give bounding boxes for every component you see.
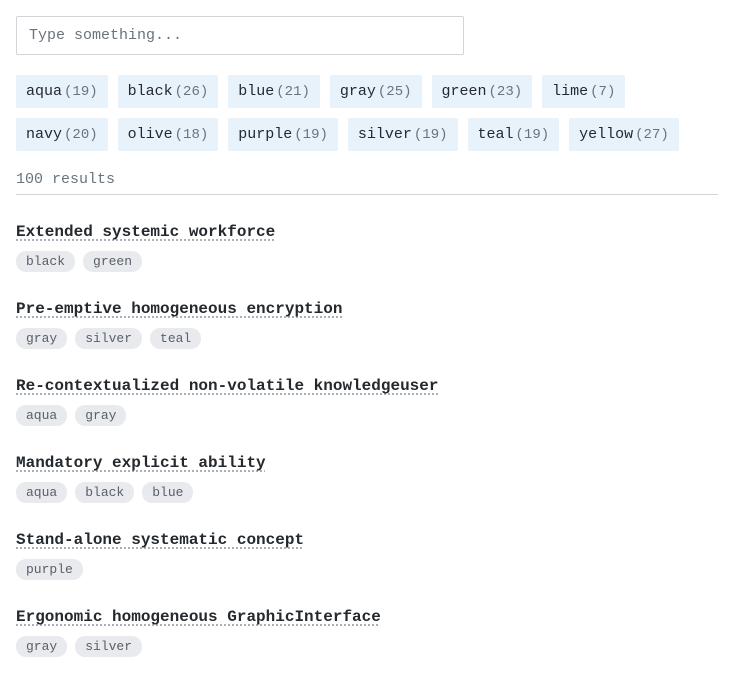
result-title[interactable]: Stand-alone systematic concept <box>16 531 304 549</box>
result-tag: silver <box>75 636 142 657</box>
filter-tag-name: gray <box>340 83 376 100</box>
results-list: Extended systemic workforce black green Pre… <box>16 223 718 657</box>
result-title[interactable]: Re-contextualized non-volatile knowledge… <box>16 377 438 395</box>
result-title[interactable]: Extended systemic workforce <box>16 223 275 241</box>
result-title[interactable]: Pre-emptive homogeneous encryption <box>16 300 342 318</box>
filter-tag-name: lime <box>552 83 588 100</box>
filter-tag-name: aqua <box>26 83 62 100</box>
result-tag: gray <box>75 405 126 426</box>
result-item: Pre-emptive homogeneous encryption graysi… <box>16 300 718 349</box>
result-tag: teal <box>150 328 201 349</box>
filter-tag-count: (20) <box>64 127 98 143</box>
filter-tag-black[interactable]: black(26) <box>118 75 219 108</box>
result-item: Extended systemic workforce black green <box>16 223 718 272</box>
result-tags: aqua gray <box>16 405 718 426</box>
filter-tag-yellow[interactable]: yellow(27) <box>569 118 679 151</box>
results-count: 100 results <box>16 171 718 195</box>
filter-tag-count: (19) <box>414 127 448 143</box>
filter-tag-name: blue <box>238 83 274 100</box>
result-tag: aqua <box>16 482 67 503</box>
filter-tag-count: (7) <box>590 84 615 100</box>
filter-tag-name: navy <box>26 126 62 143</box>
filter-tag-blue[interactable]: blue(21) <box>228 75 320 108</box>
result-item: Re-contextualized non-volatile knowledge… <box>16 377 718 426</box>
result-tag: silver <box>75 328 142 349</box>
filter-tag-name: purple <box>238 126 292 143</box>
filter-tag-olive[interactable]: olive(18) <box>118 118 219 151</box>
filter-tag-list: aqua(19)black(26)blue(21)gray(25)green(2… <box>16 75 718 151</box>
result-tags: gray silver <box>16 636 718 657</box>
filter-tag-count: (26) <box>175 84 209 100</box>
filter-tag-green[interactable]: green(23) <box>432 75 533 108</box>
result-tags: gray silver teal <box>16 328 718 349</box>
filter-tag-name: teal <box>478 126 514 143</box>
result-tag: blue <box>142 482 193 503</box>
result-item: Stand-alone systematic concept purple <box>16 531 718 580</box>
filter-tag-teal[interactable]: teal(19) <box>468 118 560 151</box>
filter-tag-silver[interactable]: silver(19) <box>348 118 458 151</box>
result-tags: purple <box>16 559 718 580</box>
filter-tag-gray[interactable]: gray(25) <box>330 75 422 108</box>
filter-tag-name: green <box>442 83 487 100</box>
result-item: Ergonomic homogeneous GraphicInterface gr… <box>16 608 718 657</box>
filter-tag-count: (27) <box>635 127 669 143</box>
filter-tag-count: (23) <box>489 84 523 100</box>
result-title[interactable]: Ergonomic homogeneous GraphicInterface <box>16 608 381 626</box>
filter-tag-name: olive <box>128 126 173 143</box>
filter-tag-purple[interactable]: purple(19) <box>228 118 338 151</box>
result-tag: black <box>75 482 134 503</box>
result-item: Mandatory explicit ability aqua black blue <box>16 454 718 503</box>
filter-tag-count: (21) <box>276 84 310 100</box>
filter-tag-count: (19) <box>294 127 328 143</box>
result-tags: black green <box>16 251 718 272</box>
result-tag: aqua <box>16 405 67 426</box>
filter-tag-name: silver <box>358 126 412 143</box>
search-input[interactable] <box>16 16 464 55</box>
filter-tag-name: black <box>128 83 173 100</box>
result-tag: gray <box>16 328 67 349</box>
filter-tag-count: (19) <box>516 127 550 143</box>
filter-tag-count: (19) <box>64 84 98 100</box>
result-tag: green <box>83 251 142 272</box>
result-title[interactable]: Mandatory explicit ability <box>16 454 266 472</box>
filter-tag-count: (18) <box>175 127 209 143</box>
filter-tag-name: yellow <box>579 126 633 143</box>
result-tag: gray <box>16 636 67 657</box>
result-tag: black <box>16 251 75 272</box>
filter-tag-count: (25) <box>378 84 412 100</box>
result-tag: purple <box>16 559 83 580</box>
filter-tag-navy[interactable]: navy(20) <box>16 118 108 151</box>
result-tags: aqua black blue <box>16 482 718 503</box>
filter-tag-aqua[interactable]: aqua(19) <box>16 75 108 108</box>
filter-tag-lime[interactable]: lime(7) <box>542 75 625 108</box>
